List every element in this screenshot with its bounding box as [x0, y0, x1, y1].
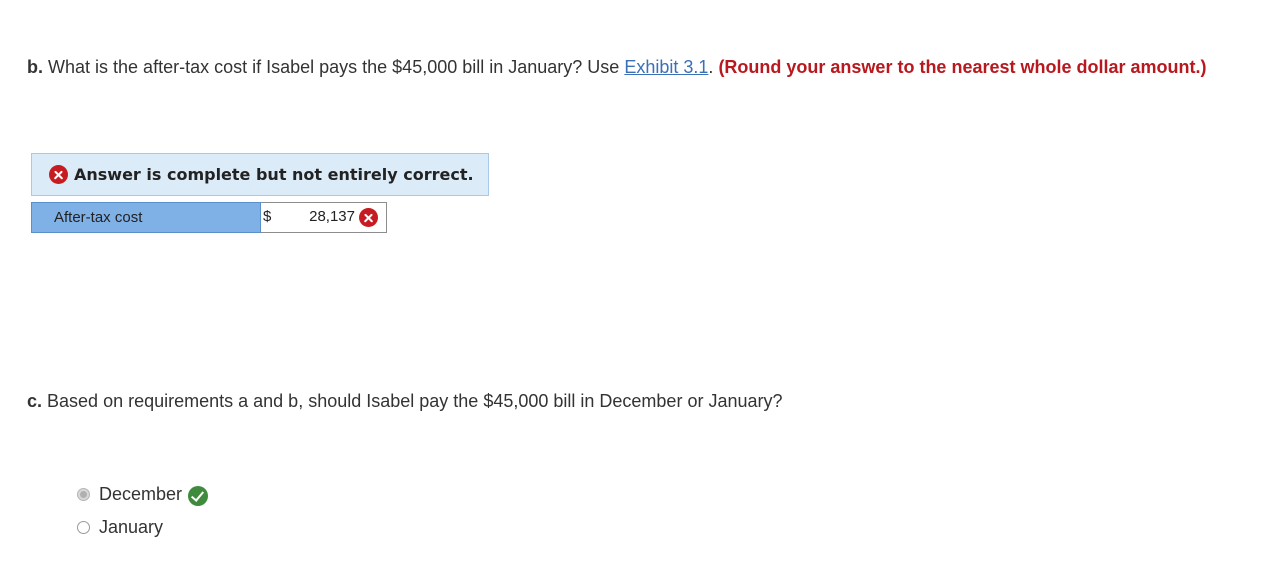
question-c-letter: c.	[27, 391, 43, 411]
option-december[interactable]: December	[77, 478, 209, 511]
x-circle-icon	[49, 165, 68, 184]
answer-row: After-tax cost $ 28,137	[31, 202, 387, 233]
option-december-label: December	[99, 484, 183, 504]
answer-options: December January	[77, 478, 209, 544]
radio-december[interactable]	[77, 488, 90, 501]
question-c: c. Based on requirements a and b, should…	[27, 390, 1247, 413]
question-b-letter: b.	[27, 57, 43, 77]
rounding-instruction: (Round your answer to the nearest whole …	[718, 57, 1207, 77]
option-january-label: January	[99, 517, 164, 537]
after-tax-cost-field[interactable]: $ 28,137	[261, 202, 387, 233]
question-c-text: Based on requirements a and b, should Is…	[47, 391, 783, 411]
currency-symbol: $	[263, 208, 272, 225]
feedback-banner: Answer is complete but not entirely corr…	[31, 153, 489, 196]
question-b: b. What is the after-tax cost if Isabel …	[27, 56, 1247, 79]
radio-january[interactable]	[77, 521, 90, 534]
question-b-text: What is the after-tax cost if Isabel pay…	[48, 57, 620, 77]
after-tax-cost-value: 28,137	[309, 208, 355, 225]
exhibit-link[interactable]: Exhibit 3.1	[624, 57, 708, 77]
question-b-period: .	[708, 57, 714, 77]
check-circle-icon	[188, 485, 209, 506]
after-tax-cost-label: After-tax cost	[31, 202, 261, 233]
x-circle-icon	[359, 208, 378, 227]
option-january[interactable]: January	[77, 511, 208, 544]
feedback-text: Answer is complete but not entirely corr…	[74, 165, 474, 184]
